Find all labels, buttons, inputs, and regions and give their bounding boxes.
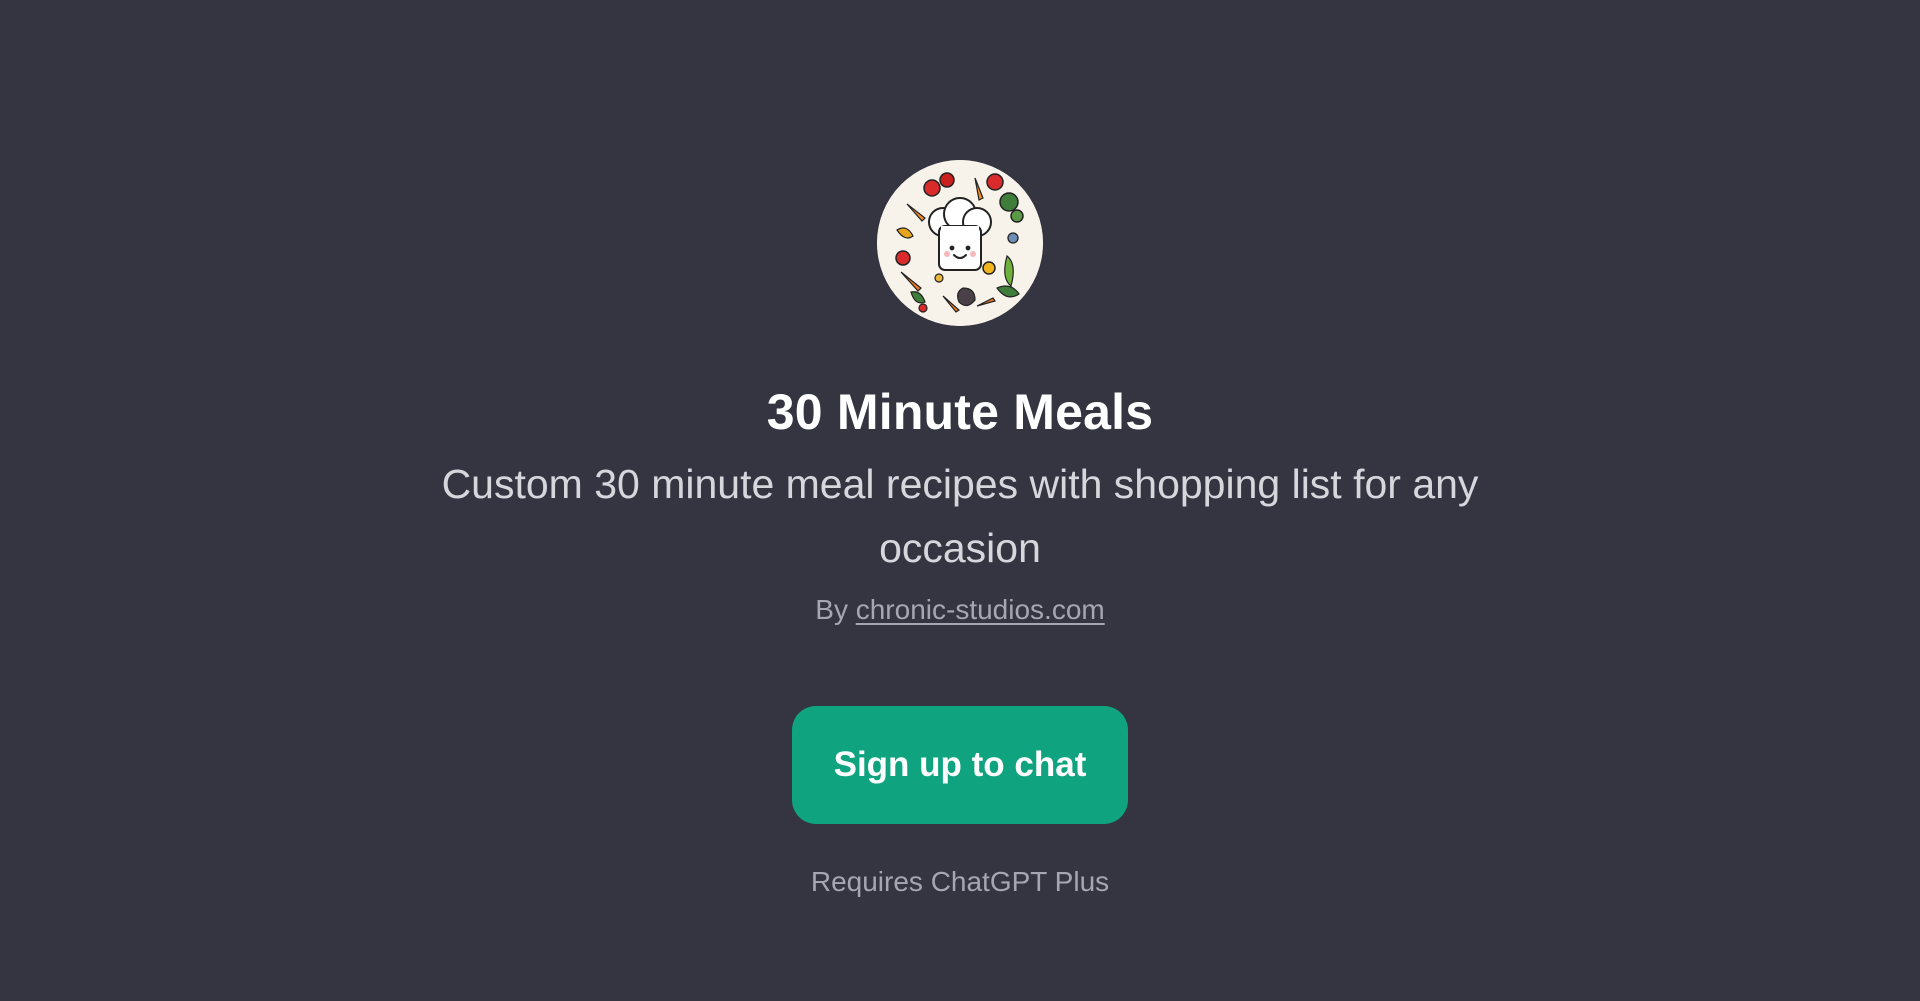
gpt-landing-page: 30 Minute Meals Custom 30 minute meal re… [0,0,1920,1001]
plus-requirement-note: Requires ChatGPT Plus [810,866,1110,898]
gpt-description: Custom 30 minute meal recipes with shopp… [441,461,1479,571]
author-byline: By chronic-studios.com [815,592,1104,628]
sign-up-to-chat-button[interactable]: Sign up to chat [792,706,1128,825]
author-link[interactable]: chronic-studios.com [856,594,1105,625]
chef-hat-vegetables-icon [877,160,1043,326]
gpt-title: 30 Minute Meals [766,384,1154,440]
byline-prefix: By [815,594,848,625]
